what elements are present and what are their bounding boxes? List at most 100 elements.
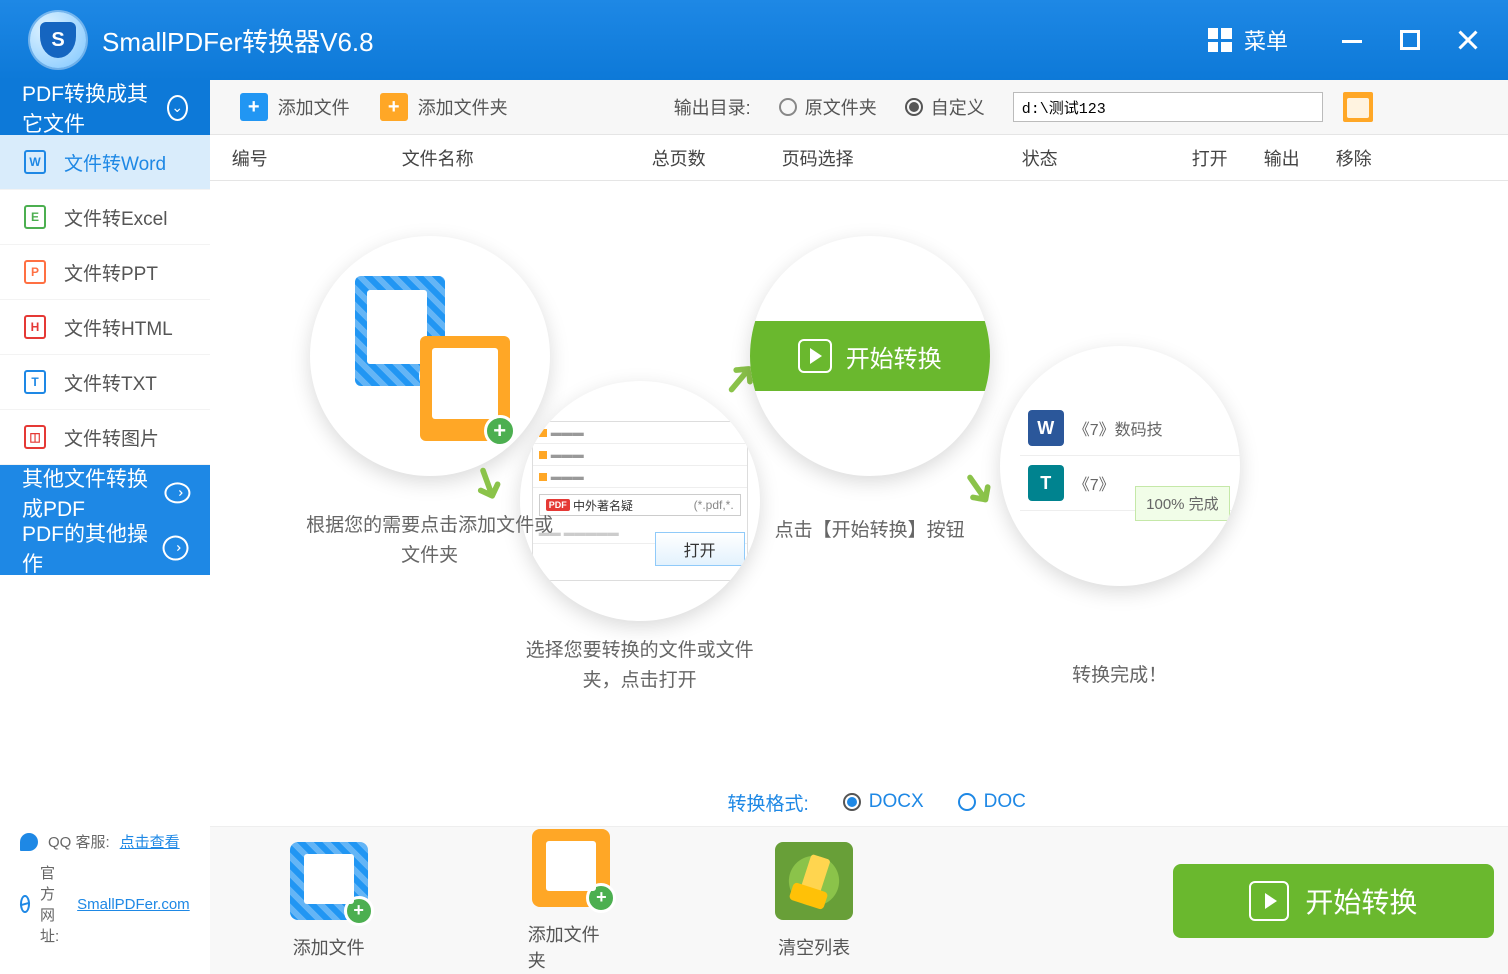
add-file-button[interactable]: + 添加文件 bbox=[232, 89, 358, 125]
sidebar-item-label: 文件转TXT bbox=[64, 369, 157, 396]
app-title: SmallPDFer转换器V6.8 bbox=[102, 22, 374, 59]
clear-icon bbox=[775, 842, 853, 920]
add-folder-icon: + bbox=[532, 829, 610, 907]
sidebar-item-to-html[interactable]: H 文件转HTML bbox=[0, 300, 210, 355]
radio-label: 自定义 bbox=[931, 94, 985, 120]
close-button[interactable] bbox=[1458, 30, 1478, 50]
result-row2: 《7》 bbox=[1074, 471, 1115, 495]
start-label: 开始转换 bbox=[846, 339, 942, 374]
sidebar-section-other-to-pdf[interactable]: 其他文件转换成PDF ⌄ bbox=[0, 465, 210, 520]
radio-icon bbox=[843, 793, 861, 811]
action-clear-list[interactable]: 清空列表 bbox=[775, 842, 853, 960]
start-label: 开始转换 bbox=[1305, 881, 1417, 921]
plus-icon: + bbox=[586, 883, 616, 913]
section-title: PDF转换成其它文件 bbox=[22, 78, 167, 138]
qq-label: QQ 客服: bbox=[48, 831, 110, 852]
sidebar-section-pdf-to-other[interactable]: PDF转换成其它文件 ⌄ bbox=[0, 80, 210, 135]
word-app-icon: W bbox=[1028, 410, 1064, 446]
maximize-button[interactable] bbox=[1400, 30, 1420, 50]
radio-icon bbox=[958, 793, 976, 811]
result-row1: 《7》数码技 bbox=[1074, 416, 1163, 440]
chevron-right-icon: ⌄ bbox=[164, 482, 190, 503]
step2-circle: ▬▬▬ ▬▬▬ ▬▬▬ PDF 中外著名疑(*.pdf,*. ▬▬ ▬▬▬▬▬ … bbox=[520, 381, 760, 621]
menu-label: 菜单 bbox=[1244, 24, 1288, 56]
open-button-mock: 打开 bbox=[655, 532, 745, 566]
sidebar-footer: QQ 客服: 点击查看 官方网址: SmallPDFer.com bbox=[0, 803, 210, 974]
word-icon: W bbox=[24, 150, 46, 174]
sidebar-item-to-txt[interactable]: T 文件转TXT bbox=[0, 355, 210, 410]
window-controls bbox=[1342, 30, 1478, 50]
logo-icon: S bbox=[30, 12, 86, 68]
play-icon bbox=[798, 339, 832, 373]
text-app-icon: T bbox=[1028, 465, 1064, 501]
th-number: 编号 bbox=[232, 145, 402, 171]
broom-icon bbox=[799, 853, 830, 897]
sidebar-section-pdf-other-ops[interactable]: PDF的其他操作 ⌄ bbox=[0, 520, 210, 575]
titlebar: S SmallPDFer转换器V6.8 菜单 bbox=[0, 0, 1508, 80]
action-bar: + 添加文件 + 添加文件夹 清空列表 开始转换 bbox=[210, 826, 1508, 974]
ppt-icon: P bbox=[24, 260, 46, 284]
th-status: 状态 bbox=[1022, 145, 1192, 171]
th-open: 打开 bbox=[1192, 145, 1264, 171]
output-path-input[interactable] bbox=[1013, 92, 1323, 122]
step4-circle: W《7》数码技 T《7》 100% 完成 bbox=[1000, 346, 1240, 586]
action-add-file[interactable]: + 添加文件 bbox=[290, 842, 368, 960]
excel-icon: E bbox=[24, 205, 46, 229]
step4-text: 转换完成！ bbox=[1020, 661, 1220, 691]
action-label: 添加文件 bbox=[293, 934, 365, 960]
sidebar-item-to-image[interactable]: ◫ 文件转图片 bbox=[0, 410, 210, 465]
step1-circle: + + bbox=[310, 236, 550, 476]
step3-text: 点击【开始转换】按钮 bbox=[740, 516, 1000, 546]
chevron-right-icon: ⌄ bbox=[162, 535, 188, 560]
sidebar-item-to-ppt[interactable]: P 文件转PPT bbox=[0, 245, 210, 300]
workflow-illustration: + + ➜ ▬▬▬ ▬▬▬ ▬▬▬ PDF 中外著名疑(*.pdf,*. ▬▬ … bbox=[210, 181, 1508, 778]
sidebar-item-label: 文件转图片 bbox=[64, 424, 159, 451]
radio-label: DOCX bbox=[869, 791, 924, 813]
add-file-label: 添加文件 bbox=[278, 94, 350, 120]
chevron-down-icon: ⌄ bbox=[167, 95, 188, 121]
site-link[interactable]: SmallPDFer.com bbox=[77, 896, 190, 913]
th-output: 输出 bbox=[1264, 145, 1336, 171]
add-folder-button[interactable]: + 添加文件夹 bbox=[372, 89, 516, 125]
txt-icon: T bbox=[24, 370, 46, 394]
image-icon: ◫ bbox=[24, 425, 46, 449]
radio-label: DOC bbox=[984, 791, 1026, 813]
sidebar-item-to-word[interactable]: W 文件转Word bbox=[0, 135, 210, 190]
output-dir-label: 输出目录: bbox=[674, 94, 751, 120]
main-area: + 添加文件 + 添加文件夹 输出目录: 原文件夹 自定义 编号 文件名称 bbox=[210, 80, 1508, 974]
qq-support-link[interactable]: 点击查看 bbox=[120, 831, 180, 852]
qq-icon bbox=[20, 833, 38, 851]
start-banner-mock: 开始转换 bbox=[750, 321, 990, 391]
step1-text: 根据您的需要点击添加文件或文件夹 bbox=[300, 511, 560, 572]
th-remove: 移除 bbox=[1336, 145, 1406, 171]
logo: S SmallPDFer转换器V6.8 bbox=[30, 12, 374, 68]
start-convert-button[interactable]: 开始转换 bbox=[1173, 864, 1494, 938]
action-add-folder[interactable]: + 添加文件夹 bbox=[528, 829, 615, 973]
sidebar-item-label: 文件转Excel bbox=[64, 204, 167, 231]
toolbar: + 添加文件 + 添加文件夹 输出目录: 原文件夹 自定义 bbox=[210, 80, 1508, 135]
menu-button[interactable]: 菜单 bbox=[1194, 18, 1302, 62]
table-header: 编号 文件名称 总页数 页码选择 状态 打开 输出 移除 bbox=[210, 135, 1508, 181]
radio-custom-folder[interactable]: 自定义 bbox=[905, 94, 985, 120]
minimize-button[interactable] bbox=[1342, 30, 1362, 50]
site-label: 官方网址: bbox=[40, 862, 67, 946]
sidebar-item-to-excel[interactable]: E 文件转Excel bbox=[0, 190, 210, 245]
th-pages: 总页数 bbox=[652, 145, 782, 171]
browse-folder-button[interactable] bbox=[1343, 92, 1373, 122]
radio-icon bbox=[779, 98, 797, 116]
shield-icon: S bbox=[40, 22, 76, 58]
format-row: 转换格式: DOCX DOC bbox=[210, 778, 1508, 826]
plus-icon: + bbox=[240, 93, 268, 121]
globe-icon bbox=[20, 895, 30, 913]
section-title: 其他文件转换成PDF bbox=[22, 463, 167, 523]
radio-docx[interactable]: DOCX bbox=[843, 791, 924, 813]
pdf-badge-icon: PDF bbox=[546, 499, 570, 511]
document-orange-icon: + bbox=[420, 336, 510, 441]
section-title: PDF的其他操作 bbox=[22, 518, 163, 578]
grid-icon bbox=[1208, 28, 1232, 52]
radio-label: 原文件夹 bbox=[805, 94, 877, 120]
format-label: 转换格式: bbox=[727, 789, 808, 816]
radio-original-folder[interactable]: 原文件夹 bbox=[779, 94, 877, 120]
sidebar: PDF转换成其它文件 ⌄ W 文件转Word E 文件转Excel P 文件转P… bbox=[0, 80, 210, 974]
radio-doc[interactable]: DOC bbox=[958, 791, 1026, 813]
